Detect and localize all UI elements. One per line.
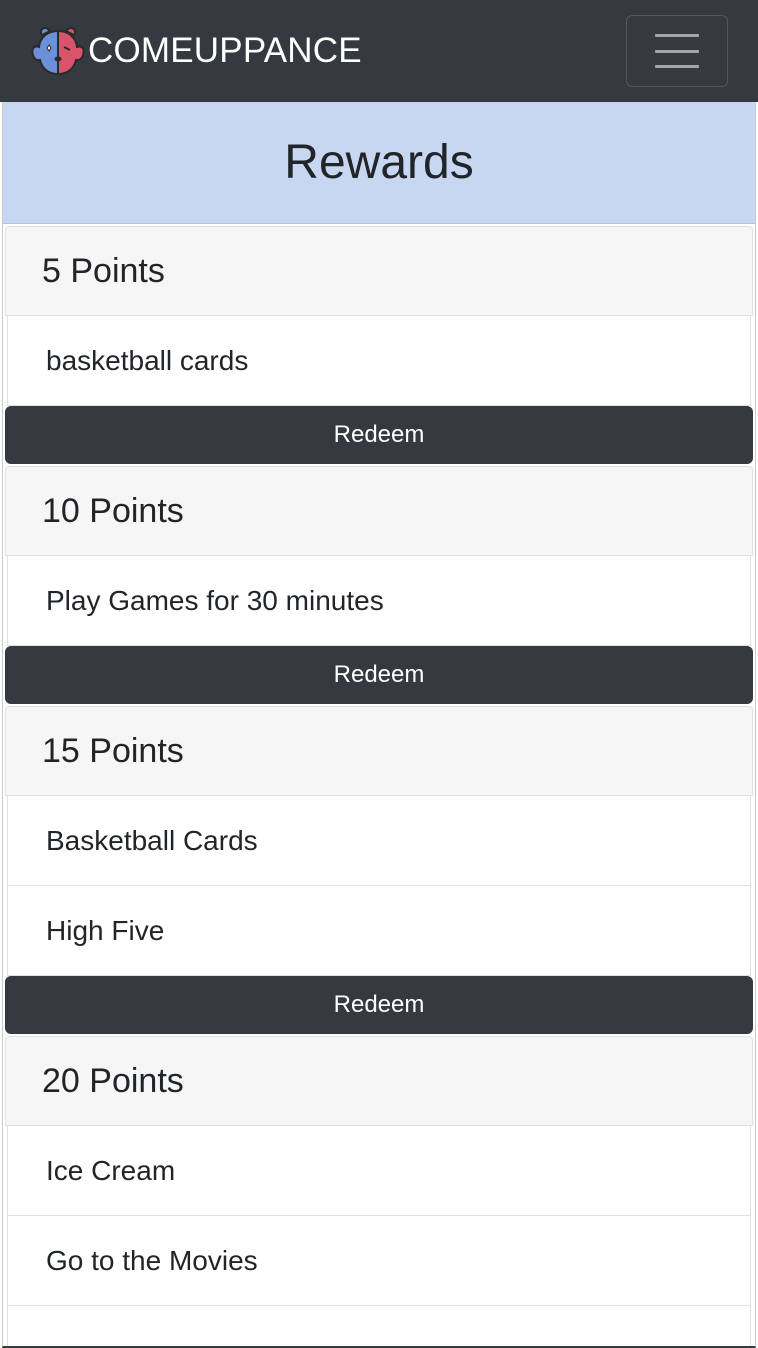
navbar-toggle-button[interactable] — [626, 15, 728, 87]
reward-item[interactable]: Play Games for 30 minutes — [7, 556, 751, 646]
reward-item-partial[interactable] — [7, 1306, 751, 1346]
reward-tier-5: 5 Points basketball cards Redeem — [5, 226, 753, 464]
brand-link[interactable]: COMEUPPANCE — [30, 25, 362, 77]
hamburger-menu-icon — [655, 34, 699, 68]
tier-points-header: 15 Points — [5, 706, 753, 796]
top-navbar: COMEUPPANCE — [0, 0, 758, 102]
redeem-button[interactable]: Redeem — [5, 406, 753, 464]
tier-points-header: 20 Points — [5, 1036, 753, 1126]
page-title-bar: Rewards — [3, 102, 755, 224]
reward-item[interactable]: Basketball Cards — [7, 796, 751, 886]
brand-name: COMEUPPANCE — [88, 31, 362, 70]
page-title: Rewards — [284, 136, 474, 189]
reward-item[interactable]: Ice Cream — [7, 1126, 751, 1216]
rewards-panel: Rewards 5 Points basketball cards Redeem… — [2, 102, 756, 1348]
redeem-button[interactable]: Redeem — [5, 646, 753, 704]
reward-item[interactable]: basketball cards — [7, 316, 751, 406]
reward-item[interactable]: Go to the Movies — [7, 1216, 751, 1306]
redeem-button[interactable]: Redeem — [5, 976, 753, 1034]
reward-tier-20: 20 Points Ice Cream Go to the Movies — [5, 1036, 753, 1346]
reward-tier-15: 15 Points Basketball Cards High Five Red… — [5, 706, 753, 1034]
reward-tier-10: 10 Points Play Games for 30 minutes Rede… — [5, 466, 753, 704]
tier-points-header: 5 Points — [5, 226, 753, 316]
dog-face-logo-icon — [31, 27, 85, 76]
reward-item[interactable]: High Five — [7, 886, 751, 976]
tier-points-header: 10 Points — [5, 466, 753, 556]
